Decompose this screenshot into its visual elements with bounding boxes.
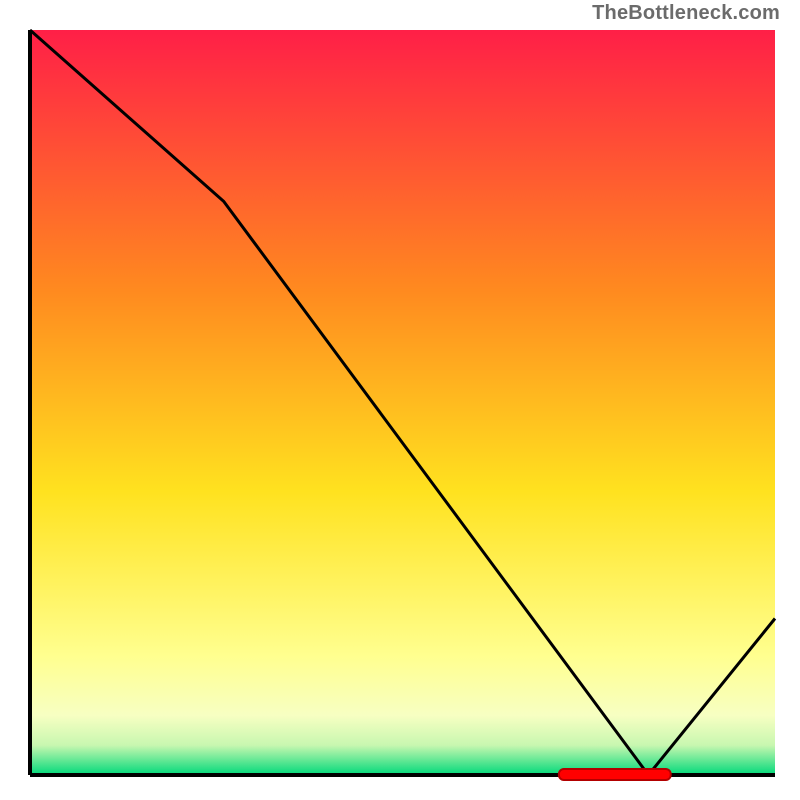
optimum-range-marker [559, 769, 671, 780]
bottleneck-chart [0, 0, 800, 800]
chart-container: { "watermark": "TheBottleneck.com", "cha… [0, 0, 800, 800]
plot-background [30, 30, 775, 775]
